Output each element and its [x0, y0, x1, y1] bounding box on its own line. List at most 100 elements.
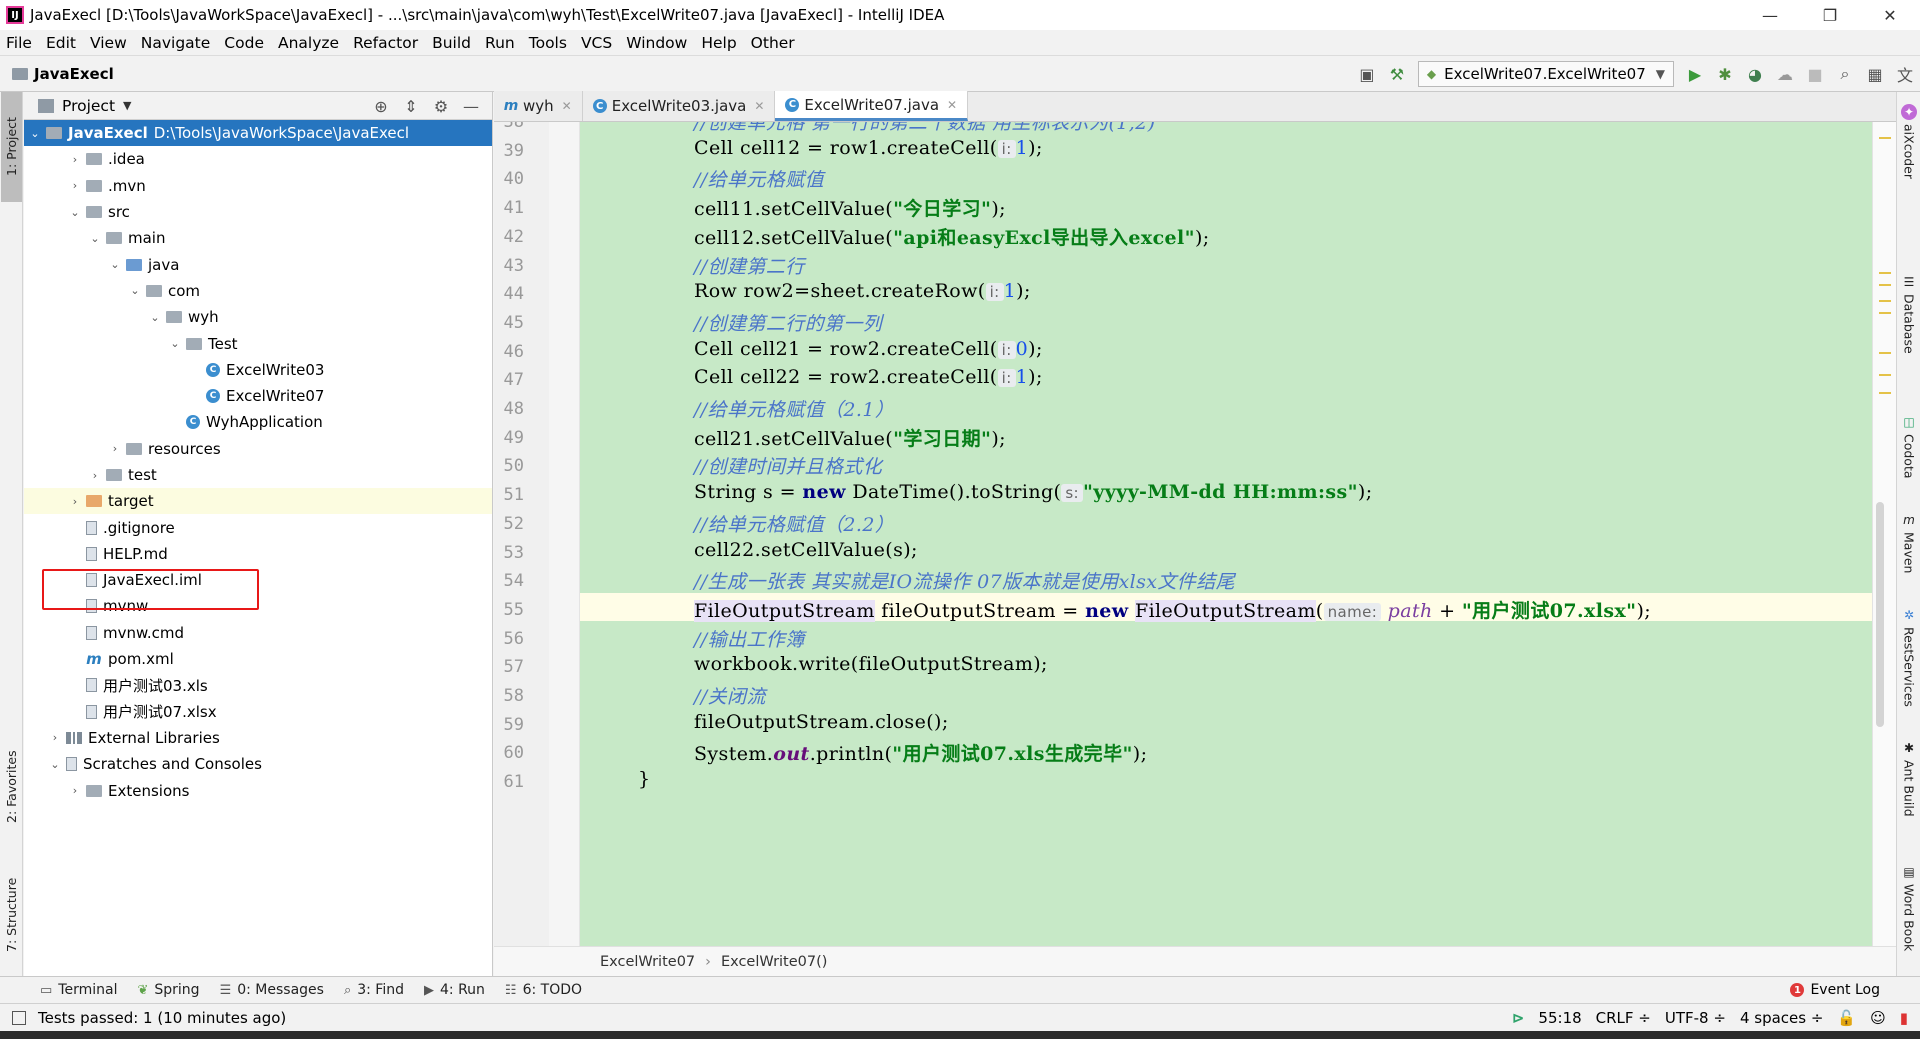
chevron-right-icon[interactable]: › — [68, 179, 82, 192]
tree-item[interactable]: ⌄ com — [24, 278, 492, 304]
menu-window[interactable]: Window — [626, 34, 687, 52]
menu-other[interactable]: Other — [751, 34, 795, 52]
nav-project-crumb[interactable]: JavaExecl — [12, 65, 114, 83]
tree-item[interactable]: › resources — [24, 436, 492, 462]
tab-favorites[interactable]: 2: Favorites — [1, 732, 22, 842]
tool-spring[interactable]: ❦ Spring — [137, 982, 199, 998]
tab-word-book[interactable]: ▤ Word Book — [1898, 864, 1920, 974]
menu-analyze[interactable]: Analyze — [278, 34, 339, 52]
menu-view[interactable]: View — [90, 34, 127, 52]
git-icon[interactable]: ⊳ — [1512, 1009, 1525, 1027]
menu-code[interactable]: Code — [224, 34, 264, 52]
tree-item[interactable]: › test — [24, 462, 492, 488]
tree-item[interactable]: mvnw.cmd — [24, 620, 492, 646]
tab-ant-build[interactable]: ✱ Ant Build — [1898, 740, 1920, 840]
indent-setting[interactable]: 4 spaces ÷ — [1740, 1009, 1823, 1027]
collapse-all-icon[interactable]: ⇕ — [396, 97, 426, 116]
tab-maven[interactable]: m Maven — [1898, 512, 1920, 612]
locate-icon[interactable]: ⊕ — [366, 97, 396, 116]
tab-excelwrite03[interactable]: C ExcelWrite03.java ✕ — [582, 91, 776, 121]
build-hammer-icon[interactable]: ⚒ — [1382, 59, 1412, 89]
tree-item[interactable]: ⌄ main — [24, 225, 492, 251]
tree-item[interactable]: ⌄ wyh — [24, 304, 492, 330]
chevron-down-icon[interactable]: ⌄ — [28, 127, 42, 140]
chevron-right-icon[interactable]: › — [68, 784, 82, 797]
tree-item[interactable]: ⌄ java — [24, 251, 492, 277]
breadcrumb-class[interactable]: ExcelWrite07 — [600, 954, 695, 970]
tree-item[interactable]: C WyhApplication — [24, 409, 492, 435]
tree-item[interactable]: ⌄ src — [24, 199, 492, 225]
event-log-button[interactable]: 1 Event Log — [1790, 982, 1880, 998]
profile-icon[interactable]: ☁ — [1770, 59, 1800, 89]
menu-refactor[interactable]: Refactor — [353, 34, 418, 52]
gear-icon[interactable]: ⚙ — [426, 97, 456, 116]
tool-terminal[interactable]: ▭ Terminal — [40, 982, 117, 998]
close-icon[interactable]: ✕ — [562, 99, 572, 113]
minimize-button[interactable]: — — [1740, 0, 1800, 30]
menu-edit[interactable]: Edit — [46, 34, 76, 52]
chevron-down-icon[interactable]: ⌄ — [128, 284, 142, 297]
tree-item[interactable]: m pom.xml — [24, 646, 492, 672]
tab-aixcoder[interactable]: ✦ aiXcoder — [1898, 104, 1920, 224]
chevron-down-icon[interactable]: ▼ — [123, 99, 131, 112]
vertical-scrollbar[interactable] — [1876, 502, 1884, 727]
tree-item[interactable]: C ExcelWrite03 — [24, 357, 492, 383]
status-message[interactable]: Tests passed: 1 (10 minutes ago) — [38, 1009, 286, 1027]
close-icon[interactable]: ✕ — [754, 99, 764, 113]
close-icon[interactable]: ✕ — [947, 98, 957, 112]
menu-tools[interactable]: Tools — [529, 34, 567, 52]
tree-item[interactable]: › target — [24, 488, 492, 515]
chevron-down-icon[interactable]: ⌄ — [108, 258, 122, 271]
run-configuration-select[interactable]: ◆ ExcelWrite07.ExcelWrite07 ▼ — [1417, 61, 1674, 87]
menu-navigate[interactable]: Navigate — [141, 34, 211, 52]
tree-item[interactable]: 用户测试07.xlsx — [24, 699, 492, 725]
chevron-down-icon[interactable]: ⌄ — [148, 311, 162, 324]
breadcrumb-method[interactable]: ExcelWrite07() — [721, 954, 827, 970]
chevron-down-icon[interactable]: ⌄ — [168, 337, 182, 350]
tool-todo[interactable]: ☷ 6: TODO — [505, 982, 582, 998]
tab-structure[interactable]: 7: Structure — [1, 862, 22, 967]
tab-excelwrite07[interactable]: C ExcelWrite07.java ✕ — [775, 91, 969, 121]
caret-position[interactable]: 55:18 — [1538, 1009, 1581, 1027]
layout-icon[interactable]: ▣ — [1352, 59, 1382, 89]
hide-icon[interactable]: — — [456, 97, 486, 116]
chevron-right-icon[interactable]: › — [68, 153, 82, 166]
tree-item[interactable]: C ExcelWrite07 — [24, 383, 492, 409]
restore-button[interactable]: ❐ — [1800, 0, 1860, 30]
code-area[interactable]: 38 39 40 41 42 43 44 45 46 47 48 49 50 51 52 53 54 55 56 57… — [494, 122, 1896, 946]
tool-window-toggle-icon[interactable] — [12, 1010, 26, 1025]
tree-item[interactable]: ⌄ Test — [24, 330, 492, 356]
menu-vcs[interactable]: VCS — [581, 34, 612, 52]
memory-icon[interactable]: ▮ — [1900, 1009, 1908, 1027]
chevron-down-icon[interactable]: ⌄ — [68, 206, 82, 219]
tree-item[interactable]: › Extensions — [24, 777, 492, 803]
coverage-icon[interactable]: ◕ — [1740, 59, 1770, 89]
menu-run[interactable]: Run — [485, 34, 515, 52]
tool-run[interactable]: ▶ 4: Run — [424, 982, 485, 998]
tab-codota[interactable]: ◫ Codota — [1898, 414, 1920, 514]
tree-item[interactable]: › .idea — [24, 146, 492, 172]
tree-item[interactable]: › .mvn — [24, 173, 492, 199]
menu-file[interactable]: File — [6, 34, 32, 52]
chevron-down-icon[interactable]: ⌄ — [88, 232, 102, 245]
inspector-icon[interactable]: ☺ — [1870, 1009, 1886, 1027]
stop-icon[interactable]: ■ — [1800, 59, 1830, 89]
chevron-right-icon[interactable]: › — [48, 731, 62, 744]
tab-project[interactable]: 1: Project — [1, 92, 22, 202]
debug-icon[interactable]: ✱ — [1710, 59, 1740, 89]
translate-icon[interactable]: 文 — [1890, 59, 1920, 89]
tool-messages[interactable]: ☰ 0: Messages — [220, 982, 324, 998]
chevron-right-icon[interactable]: › — [88, 469, 102, 482]
tab-restservices[interactable]: ✲ RestServices — [1898, 607, 1920, 747]
tree-item[interactable]: HELP.md — [24, 541, 492, 567]
tab-database[interactable]: ☰ Database — [1898, 274, 1920, 394]
chevron-down-icon[interactable]: ⌄ — [48, 758, 62, 771]
menu-help[interactable]: Help — [701, 34, 736, 52]
tab-wyh[interactable]: m wyh ✕ — [494, 91, 583, 121]
tree-item[interactable]: 用户测试03.xls — [24, 672, 492, 698]
menu-build[interactable]: Build — [432, 34, 471, 52]
tree-item[interactable]: ⌄ Scratches and Consoles — [24, 751, 492, 777]
lock-icon[interactable]: 🔓 — [1837, 1009, 1856, 1027]
tree-item[interactable]: › External Libraries — [24, 725, 492, 751]
tree-root[interactable]: ⌄ JavaExecl D:\Tools\JavaWorkSpace\JavaE… — [24, 120, 492, 147]
